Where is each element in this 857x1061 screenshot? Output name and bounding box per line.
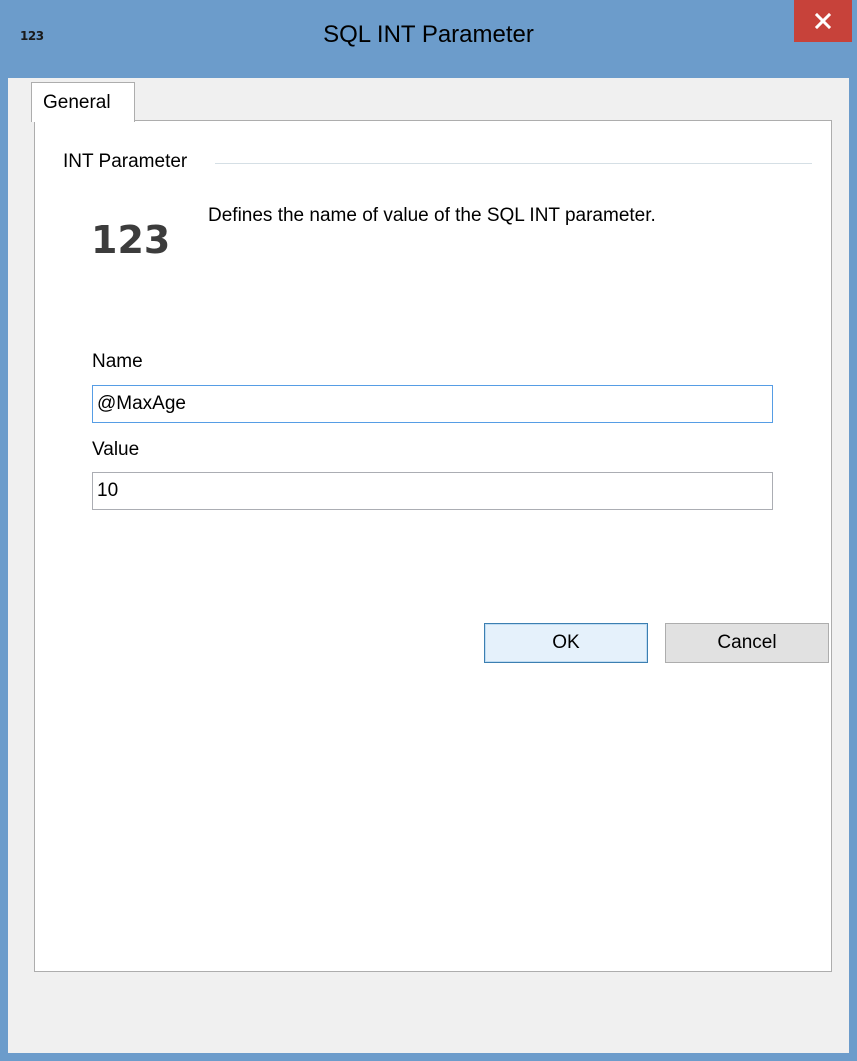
close-button[interactable] bbox=[794, 0, 852, 42]
dialog-client-area: General INT Parameter 123 Defines the na… bbox=[8, 78, 849, 1053]
int-parameter-icon: 123 bbox=[91, 218, 171, 262]
dialog-window: 123 SQL INT Parameter General INT Parame… bbox=[0, 0, 857, 1061]
tab-panel-general: INT Parameter 123 Defines the name of va… bbox=[34, 120, 832, 972]
ok-button[interactable]: OK bbox=[484, 623, 648, 663]
value-label: Value bbox=[92, 439, 140, 460]
title-bar[interactable]: 123 SQL INT Parameter bbox=[0, 0, 857, 78]
close-icon bbox=[815, 13, 831, 29]
name-label: Name bbox=[92, 351, 143, 372]
group-label: INT Parameter bbox=[63, 151, 196, 173]
name-input[interactable] bbox=[92, 385, 773, 423]
value-input[interactable] bbox=[92, 472, 773, 510]
window-title: SQL INT Parameter bbox=[323, 21, 534, 48]
cancel-button[interactable]: Cancel bbox=[665, 623, 829, 663]
tab-general[interactable]: General bbox=[31, 82, 135, 122]
description-text: Defines the name of value of the SQL INT… bbox=[208, 205, 656, 226]
group-divider bbox=[215, 163, 812, 164]
